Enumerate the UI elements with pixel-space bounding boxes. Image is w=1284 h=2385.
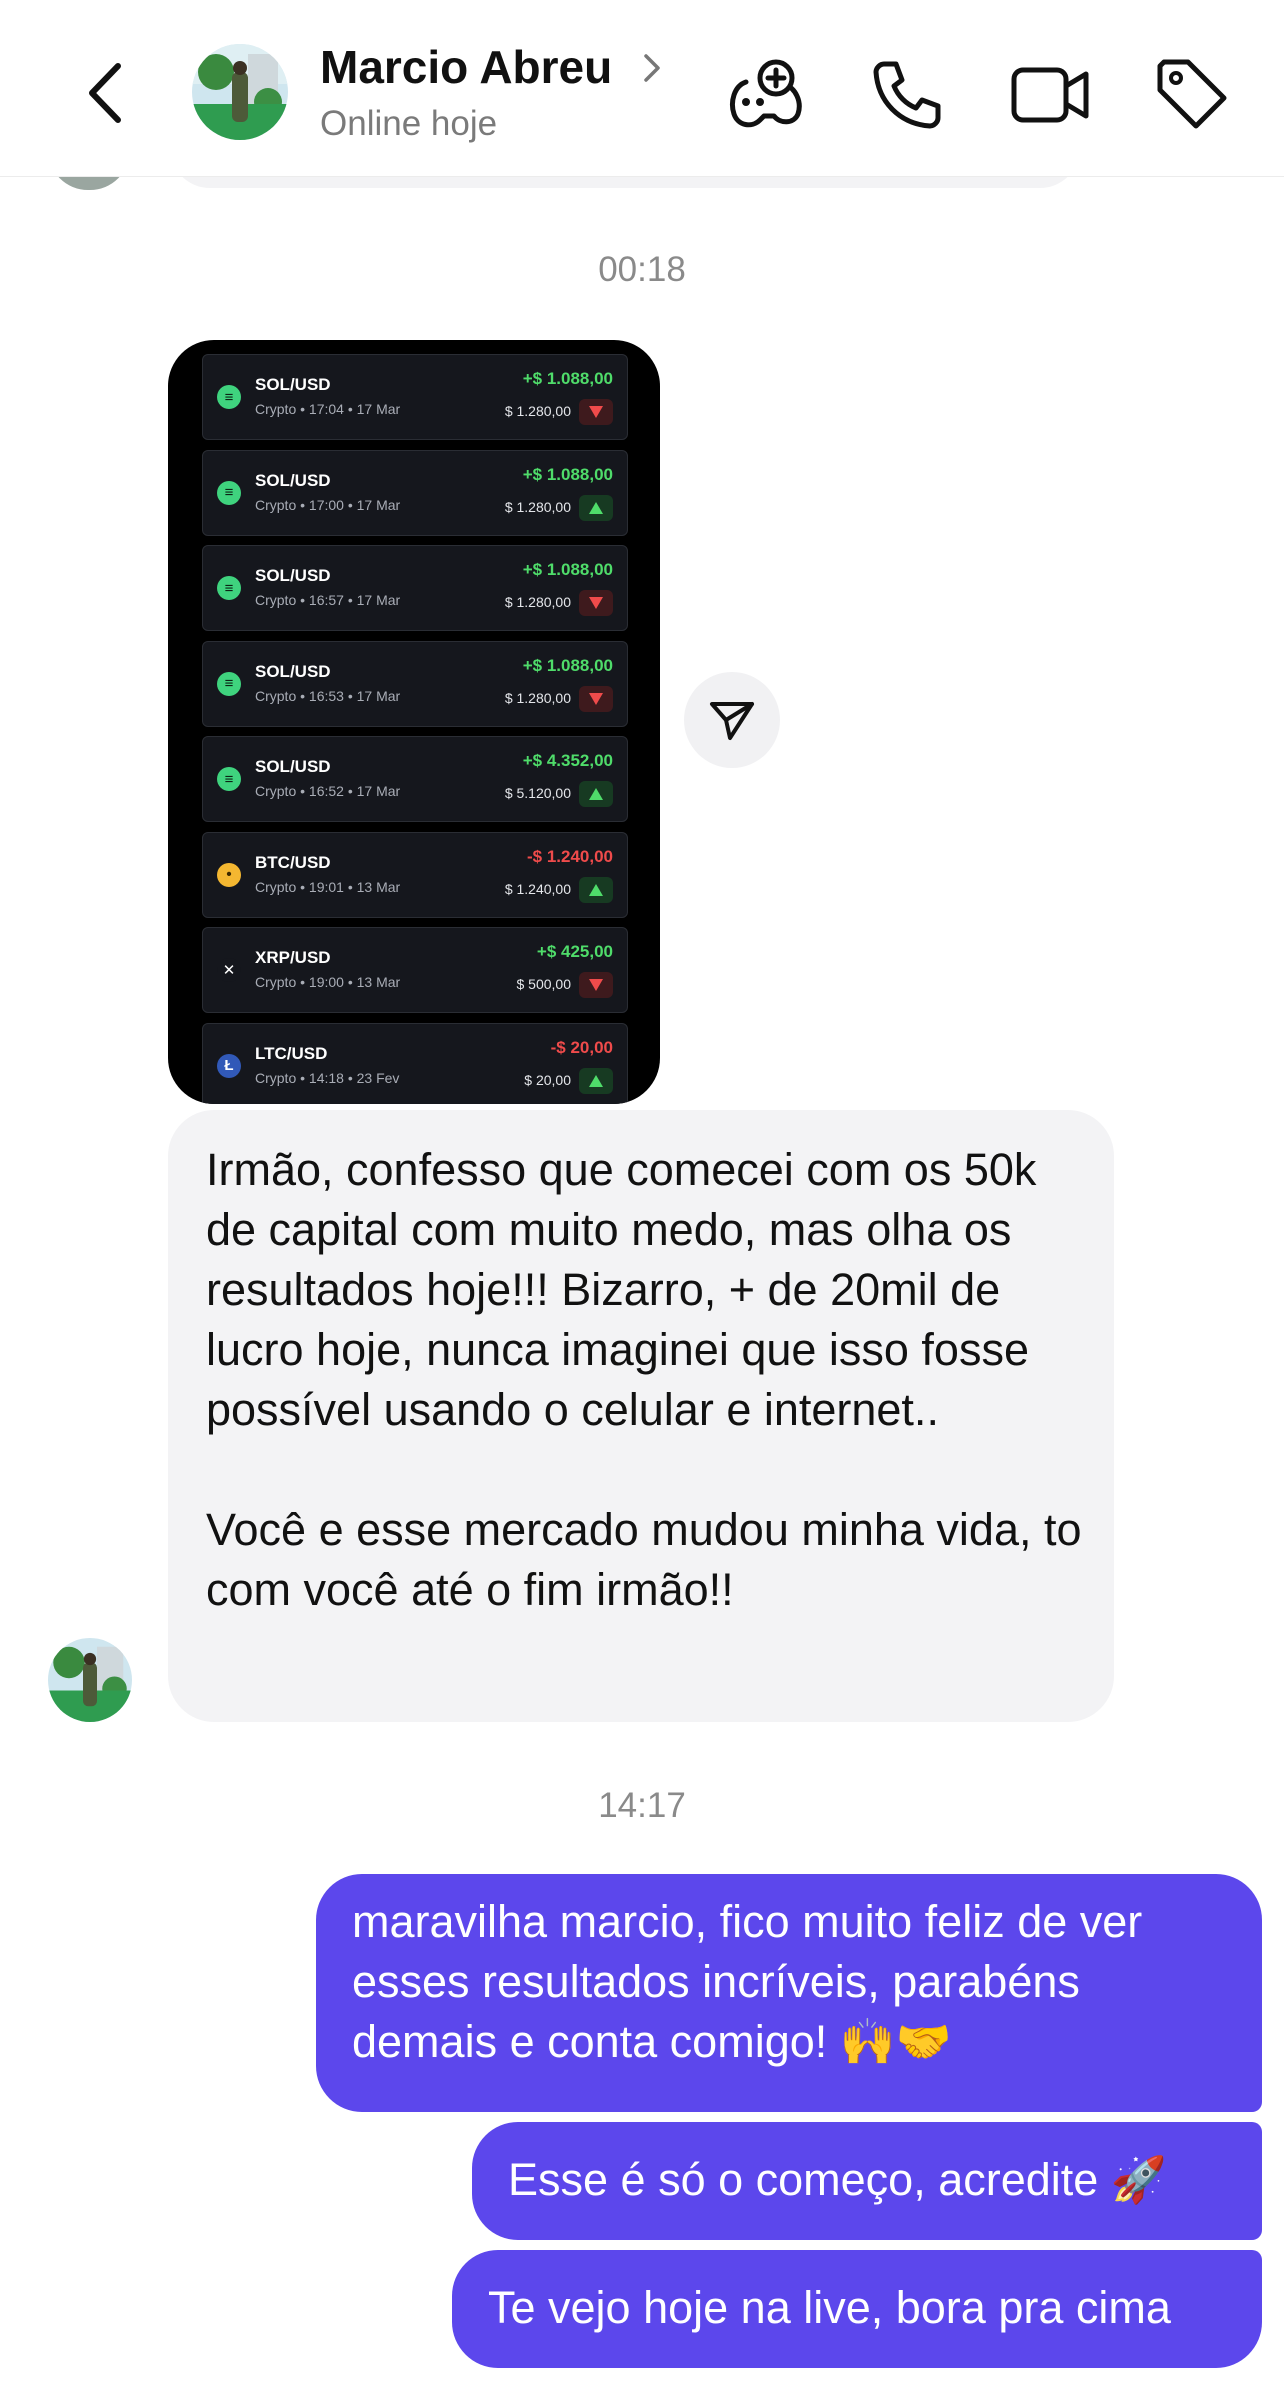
trade-stake: $ 1.240,00 <box>504 880 571 897</box>
trade-pair: XRP/USD <box>255 948 331 967</box>
trade-pnl: +$ 1.088,00 <box>522 369 613 388</box>
trade-pair: SOL/USD <box>255 566 331 585</box>
arrow-down-icon <box>579 685 613 712</box>
outgoing-message-text: Esse é só o começo, acredite 🚀 <box>508 2154 1167 2205</box>
trade-meta: Crypto • 17:00 • 17 Mar <box>255 496 401 513</box>
share-button[interactable] <box>684 672 780 768</box>
arrow-down-icon <box>579 972 613 998</box>
coin-icon: • <box>217 862 241 887</box>
incoming-paragraph: Você e esse mercado mudou minha vida, to… <box>206 1504 1082 1615</box>
trade-meta: Crypto • 19:01 • 13 Mar <box>255 878 401 895</box>
tag-icon[interactable] <box>1150 52 1234 136</box>
arrow-up-icon <box>579 876 613 903</box>
outgoing-message-bubble[interactable]: maravilha marcio, fico muito feliz de ve… <box>316 1874 1262 2112</box>
trade-row: • BTC/USD Crypto • 19:01 • 13 Mar -$ 1.240,… <box>202 831 628 918</box>
trade-row: ≡ SOL/USD Crypto • 16:57 • 17 Mar +$ 1.088,… <box>202 545 628 631</box>
trade-stake: $ 1.280,00 <box>504 403 571 419</box>
contact-status: Online hoje <box>320 104 498 143</box>
arrow-up-icon <box>579 781 613 807</box>
trade-pnl: +$ 4.352,00 <box>522 751 613 770</box>
chevron-right-icon[interactable] <box>640 48 664 88</box>
trade-meta: Crypto • 16:57 • 17 Mar <box>255 592 401 608</box>
trade-pair: SOL/USD <box>255 661 331 681</box>
trade-stake: $ 1.280,00 <box>504 498 571 515</box>
trade-stake: $ 500,00 <box>516 976 572 992</box>
game-controller-add-icon[interactable] <box>724 52 808 136</box>
coin-icon: Ł <box>217 1053 241 1078</box>
trade-meta: Crypto • 19:00 • 13 Mar <box>255 974 401 990</box>
trade-pnl: +$ 1.088,00 <box>522 560 613 579</box>
outgoing-message-bubble[interactable]: Esse é só o começo, acredite 🚀 <box>472 2122 1262 2240</box>
trade-pnl: +$ 1.088,00 <box>522 464 613 484</box>
phone-icon[interactable] <box>866 52 950 136</box>
timestamp: 14:17 <box>598 1786 686 1825</box>
trade-pair: SOL/USD <box>255 375 331 394</box>
trade-pnl: +$ 1.088,00 <box>522 655 613 675</box>
trade-meta: Crypto • 14:18 • 23 Fev <box>255 1069 400 1086</box>
trade-meta: Crypto • 17:04 • 17 Mar <box>255 401 401 417</box>
coin-icon: ✕ <box>217 958 241 982</box>
video-camera-icon[interactable] <box>1008 52 1092 136</box>
trade-pair: LTC/USD <box>255 1043 328 1063</box>
contact-avatar[interactable] <box>192 44 288 140</box>
trade-pair: SOL/USD <box>255 757 331 776</box>
trade-pair: SOL/USD <box>255 470 331 490</box>
trade-stake: $ 5.120,00 <box>504 785 571 801</box>
trade-meta: Crypto • 16:52 • 17 Mar <box>255 783 401 799</box>
trade-row: Ł LTC/USD Crypto • 14:18 • 23 Fev -$ 20,00 $… <box>202 1022 628 1104</box>
outgoing-message-bubble[interactable]: Te vejo hoje na live, bora pra cima <box>452 2250 1262 2368</box>
coin-icon: ≡ <box>217 767 241 791</box>
coin-icon: ≡ <box>217 671 241 696</box>
coin-icon: ≡ <box>217 385 241 409</box>
chat-header: Marcio Abreu Online hoje <box>0 0 1284 177</box>
outgoing-message-text: Te vejo hoje na live, bora pra cima <box>488 2282 1171 2333</box>
timestamp: 00:18 <box>598 250 686 289</box>
trade-row: ≡ SOL/USD Crypto • 17:00 • 17 Mar +$ 1.088,… <box>202 449 628 536</box>
trade-row: ≡ SOL/USD Crypto • 16:53 • 17 Mar +$ 1.088,… <box>202 640 628 727</box>
trade-row: ≡ SOL/USD Crypto • 16:52 • 17 Mar +$ 4.352,… <box>202 736 628 822</box>
trade-meta: Crypto • 16:53 • 17 Mar <box>255 687 401 704</box>
arrow-up-icon <box>579 1067 613 1094</box>
trade-row: ✕ XRP/USD Crypto • 19:00 • 13 Mar +$ 425,00… <box>202 927 628 1013</box>
trade-stake: $ 20,00 <box>524 1071 571 1088</box>
trade-pnl: -$ 20,00 <box>550 1037 613 1057</box>
trade-stake: $ 1.280,00 <box>504 594 571 610</box>
trade-pnl: -$ 1.240,00 <box>526 846 613 866</box>
contact-name[interactable]: Marcio Abreu <box>320 40 612 94</box>
trade-pnl: +$ 425,00 <box>536 942 613 961</box>
arrow-down-icon <box>579 399 613 425</box>
back-chevron-icon[interactable] <box>82 58 132 128</box>
share-send-icon <box>710 702 754 740</box>
coin-icon: ≡ <box>217 576 241 600</box>
contact-avatar-small[interactable] <box>48 1638 132 1722</box>
trade-pair: BTC/USD <box>255 852 331 872</box>
incoming-message-text: Irmão, confesso que comecei com os 50k d… <box>206 1140 1086 1620</box>
incoming-paragraph: Irmão, confesso que comecei com os 50k d… <box>206 1144 1037 1435</box>
arrow-down-icon <box>579 590 613 616</box>
trade-stake: $ 1.280,00 <box>504 689 571 706</box>
trade-row: ≡ SOL/USD Crypto • 17:04 • 17 Mar +$ 1.088,… <box>202 354 628 440</box>
outgoing-message-text: maravilha marcio, fico muito feliz de ve… <box>352 1896 1143 2067</box>
trade-history-image[interactable]: ≡ SOL/USD Crypto • 17:04 • 17 Mar +$ 1.088,… <box>168 340 660 1104</box>
coin-icon: ≡ <box>217 480 241 505</box>
arrow-up-icon <box>579 494 613 521</box>
